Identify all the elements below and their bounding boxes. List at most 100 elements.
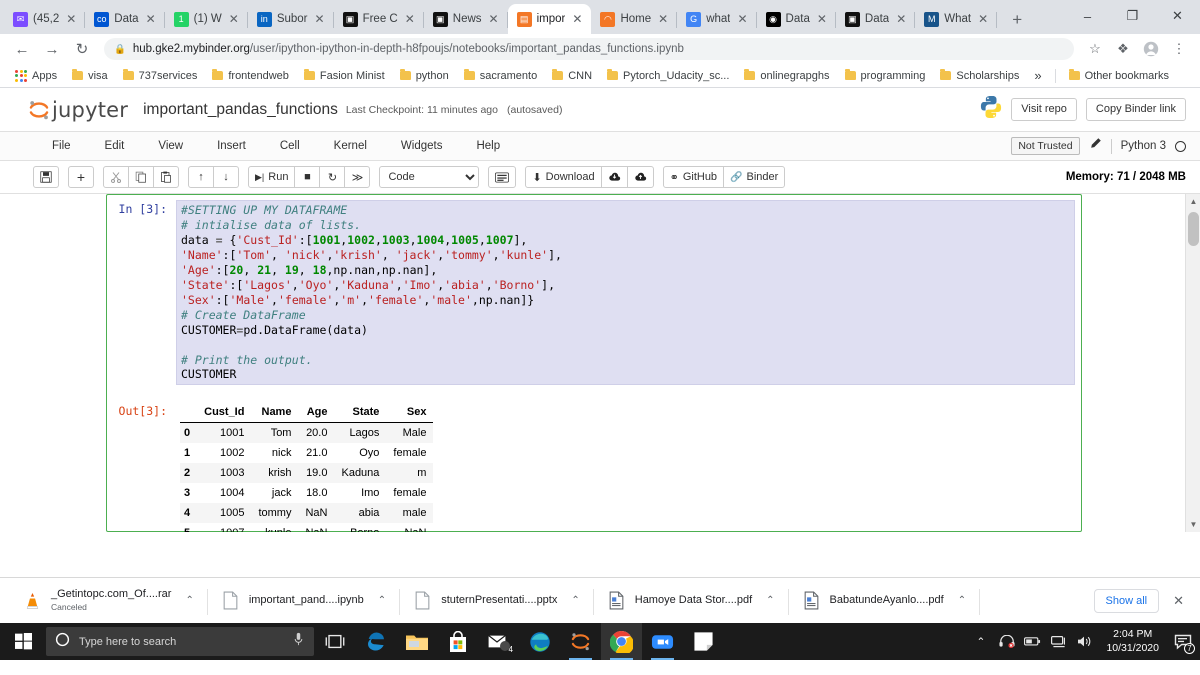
- file-explorer-icon[interactable]: [396, 623, 437, 660]
- menu-item-cell[interactable]: Cell: [263, 140, 317, 152]
- menu-item-widgets[interactable]: Widgets: [384, 140, 460, 152]
- tab-close-icon[interactable]: ✕: [227, 13, 241, 25]
- tray-expand-icon[interactable]: ⌃: [972, 636, 989, 648]
- forward-button[interactable]: →: [38, 35, 66, 63]
- kernel-idle-circle-icon[interactable]: [1175, 141, 1186, 152]
- save-button[interactable]: [33, 166, 59, 188]
- close-window-button[interactable]: ✕: [1155, 0, 1200, 32]
- bookmark-apps[interactable]: Apps: [9, 68, 63, 84]
- download-menu-caret-icon[interactable]: ⌃: [766, 595, 774, 606]
- download-menu-caret-icon[interactable]: ⌃: [571, 595, 579, 606]
- binder-button[interactable]: 🔗 Binder: [723, 166, 785, 188]
- download-menu-caret-icon[interactable]: ⌃: [185, 595, 193, 606]
- menu-item-insert[interactable]: Insert: [200, 140, 263, 152]
- browser-tab[interactable]: ◠Home✕: [591, 4, 677, 34]
- tab-close-icon[interactable]: ✕: [487, 13, 501, 25]
- cloud-download-button[interactable]: [601, 166, 628, 188]
- reload-button[interactable]: ↻: [68, 35, 96, 63]
- command-palette-button[interactable]: [488, 166, 516, 188]
- github-button[interactable]: ⚭ GitHub: [663, 166, 724, 188]
- browser-tab[interactable]: inSubor✕: [248, 4, 334, 34]
- browser-tab[interactable]: ▣Data✕: [836, 4, 915, 34]
- download-item[interactable]: BabatundeAyanlo....pdf⌃: [789, 581, 981, 621]
- insert-cell-button[interactable]: +: [68, 166, 94, 188]
- bookmark-item[interactable]: frontendweb: [206, 68, 295, 84]
- menu-item-kernel[interactable]: Kernel: [317, 140, 384, 152]
- chrome-icon[interactable]: [601, 623, 642, 660]
- download-item[interactable]: important_pand....ipynb⌃: [208, 581, 400, 621]
- bookmark-item[interactable]: python: [394, 68, 455, 84]
- bookmark-other-bookmarks[interactable]: Other bookmarks: [1063, 68, 1175, 84]
- browser-menu-icon[interactable]: ⋮: [1166, 36, 1192, 62]
- zoom-icon[interactable]: [642, 623, 683, 660]
- minimize-button[interactable]: –: [1065, 0, 1110, 32]
- download-item[interactable]: _Getintopc.com_Of....rarCanceled⌃: [10, 581, 208, 621]
- volume-icon[interactable]: [1076, 635, 1093, 648]
- visit-repo-button[interactable]: Visit repo: [1011, 98, 1077, 121]
- bookmarks-overflow-button[interactable]: »: [1028, 66, 1047, 85]
- show-all-downloads-button[interactable]: Show all: [1094, 589, 1160, 613]
- mail-icon[interactable]: 4: [478, 623, 519, 660]
- browser-tab[interactable]: Gwhat✕: [677, 4, 756, 34]
- edge-legacy-icon[interactable]: [355, 623, 396, 660]
- extensions-icon[interactable]: ❖: [1110, 36, 1136, 62]
- move-cell-up-button[interactable]: ↑: [188, 166, 214, 188]
- tab-close-icon[interactable]: ✕: [815, 13, 829, 25]
- headset-muted-icon[interactable]: [998, 635, 1015, 648]
- back-button[interactable]: ←: [8, 35, 36, 63]
- browser-tab[interactable]: 1(1) W✕: [165, 4, 248, 34]
- menu-item-edit[interactable]: Edit: [88, 140, 142, 152]
- scroll-up-arrow-icon[interactable]: ▲: [1186, 194, 1200, 209]
- task-view-icon[interactable]: [314, 623, 355, 660]
- scroll-down-arrow-icon[interactable]: ▼: [1186, 517, 1200, 532]
- maximize-button[interactable]: ❐: [1110, 0, 1155, 32]
- code-editor[interactable]: #SETTING UP MY DATAFRAME# intialise data…: [176, 200, 1075, 385]
- jupyter-icon[interactable]: [560, 623, 601, 660]
- bookmark-item[interactable]: Fasion Minist: [298, 68, 391, 84]
- cell-type-select[interactable]: CodeMarkdownRaw NBConvertHeading: [379, 166, 479, 188]
- download-button[interactable]: ⬇ Download: [525, 166, 601, 188]
- tab-close-icon[interactable]: ✕: [976, 13, 990, 25]
- cut-button[interactable]: [103, 166, 129, 188]
- paste-button[interactable]: [153, 166, 179, 188]
- download-item[interactable]: stuternPresentati....pptx⌃: [400, 581, 594, 621]
- new-tab-button[interactable]: +: [1003, 6, 1031, 34]
- microphone-icon[interactable]: [292, 632, 305, 651]
- close-downloads-bar-icon[interactable]: ✕: [1173, 593, 1184, 609]
- menu-item-help[interactable]: Help: [459, 140, 517, 152]
- copy-binder-link-button[interactable]: Copy Binder link: [1086, 98, 1186, 121]
- bookmark-item[interactable]: CNN: [546, 68, 598, 84]
- restart-kernel-button[interactable]: ↻: [319, 166, 345, 188]
- bookmark-item[interactable]: Scholarships: [934, 68, 1025, 84]
- network-icon[interactable]: [1050, 635, 1067, 648]
- taskbar-clock[interactable]: 2:04 PM 10/31/2020: [1102, 628, 1163, 654]
- interrupt-kernel-button[interactable]: ■: [294, 166, 320, 188]
- search-input[interactable]: Type here to search: [46, 627, 314, 656]
- trust-badge[interactable]: Not Trusted: [1011, 137, 1079, 155]
- pencil-icon[interactable]: [1089, 137, 1102, 155]
- bookmark-item[interactable]: 737services: [117, 68, 204, 84]
- tab-close-icon[interactable]: ✕: [570, 13, 584, 25]
- profile-avatar[interactable]: [1138, 36, 1164, 62]
- edge-chromium-icon[interactable]: [519, 623, 560, 660]
- menu-item-view[interactable]: View: [141, 140, 200, 152]
- browser-tab[interactable]: ✉(45,2✕: [4, 4, 85, 34]
- sticky-notes-icon[interactable]: [683, 623, 724, 660]
- browser-tab[interactable]: ◉Data✕: [757, 4, 836, 34]
- tab-close-icon[interactable]: ✕: [656, 13, 670, 25]
- address-bar[interactable]: 🔒 hub.gke2.mybinder.org/user/ipython-ipy…: [104, 38, 1074, 60]
- browser-tab[interactable]: coData✕: [85, 4, 164, 34]
- tab-close-icon[interactable]: ✕: [64, 13, 78, 25]
- tab-close-icon[interactable]: ✕: [144, 13, 158, 25]
- notification-center-icon[interactable]: 7: [1172, 631, 1194, 653]
- notebook-scrollbar[interactable]: ▲ ▼: [1185, 194, 1200, 532]
- copy-button[interactable]: [128, 166, 154, 188]
- tab-close-icon[interactable]: ✕: [735, 13, 749, 25]
- tab-close-icon[interactable]: ✕: [403, 13, 417, 25]
- download-menu-caret-icon[interactable]: ⌃: [378, 595, 386, 606]
- tab-close-icon[interactable]: ✕: [894, 13, 908, 25]
- bookmark-item[interactable]: onlinegrapghs: [738, 68, 835, 84]
- browser-tab[interactable]: ▤impor✕: [508, 4, 592, 34]
- browser-tab[interactable]: ▣Free C✕: [334, 4, 424, 34]
- cloud-upload-button[interactable]: [627, 166, 654, 188]
